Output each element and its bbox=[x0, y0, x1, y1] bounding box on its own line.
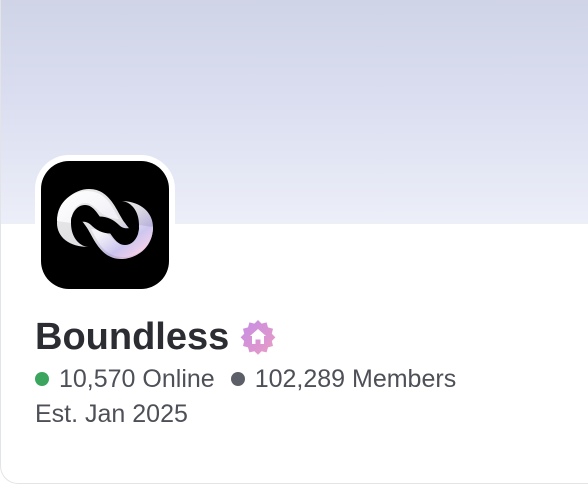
community-home-badge-icon[interactable] bbox=[239, 318, 277, 356]
server-avatar[interactable] bbox=[41, 161, 169, 289]
server-profile-card: Boundless 10,570 Online 102,289 Members … bbox=[0, 0, 588, 484]
established-date: Est. Jan 2025 bbox=[35, 400, 188, 428]
online-count: 10,570 Online bbox=[35, 365, 215, 394]
boundless-wave-logo-icon bbox=[57, 189, 153, 259]
member-count-label: 102,289 Members bbox=[254, 364, 457, 393]
server-stats: 10,570 Online 102,289 Members bbox=[35, 363, 456, 395]
server-name: Boundless bbox=[35, 316, 230, 358]
member-count: 102,289 Members bbox=[230, 364, 457, 394]
server-name-row: Boundless bbox=[35, 314, 277, 360]
members-status-dot bbox=[230, 372, 245, 386]
online-status-dot bbox=[35, 372, 49, 386]
online-count-label: 10,570 Online bbox=[59, 364, 215, 393]
